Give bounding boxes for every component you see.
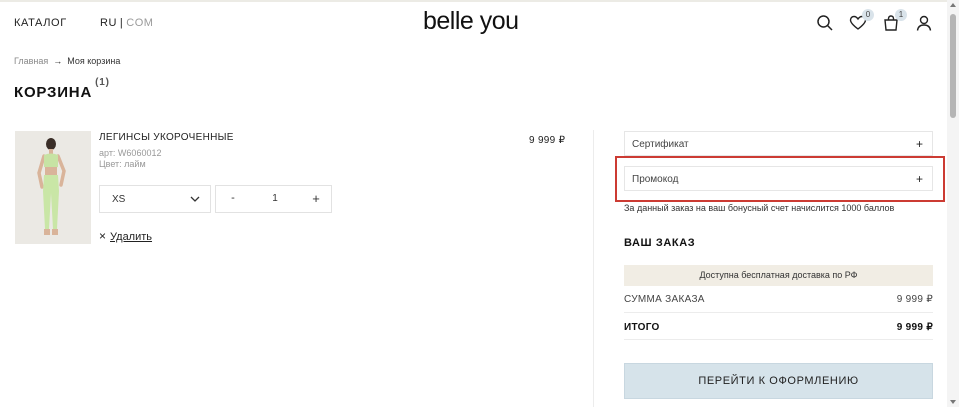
- quantity-increase-button[interactable]: +: [309, 191, 323, 206]
- scroll-up-arrow-icon[interactable]: [950, 3, 956, 7]
- bonus-info: За данный заказ на ваш бонусный счет нач…: [624, 203, 895, 213]
- divider: [624, 312, 933, 313]
- lang-ru[interactable]: RU: [100, 17, 117, 29]
- delete-label: Удалить: [110, 231, 153, 243]
- lang-com[interactable]: COM: [126, 17, 153, 29]
- scrollbar-thumb[interactable]: [950, 14, 956, 118]
- size-select[interactable]: XS: [99, 185, 211, 213]
- quantity-decrease-button[interactable]: -: [226, 192, 240, 204]
- free-delivery-banner: Доступна бесплатная доставка по РФ: [624, 265, 933, 286]
- page-scrollbar[interactable]: [947, 0, 959, 407]
- product-article: арт: W6060012: [99, 148, 162, 158]
- cart-count-badge: 1: [895, 9, 907, 21]
- delete-item-button[interactable]: × Удалить: [99, 229, 152, 243]
- catalog-link[interactable]: КАТАЛОГ: [14, 17, 67, 29]
- order-total-value: 9 999 ₽: [896, 322, 933, 333]
- size-value: XS: [112, 194, 126, 205]
- site-header: КАТАЛОГ RU | COM belle you 0 1: [0, 2, 945, 44]
- promo-code-label: Промокод: [632, 174, 679, 185]
- page-title: КОРЗИНА(1): [14, 77, 110, 101]
- order-title: ВАШ ЗАКАЗ: [624, 237, 696, 249]
- quantity-value[interactable]: 1: [264, 193, 286, 204]
- column-divider: [593, 130, 594, 407]
- product-price: 9 999 ₽: [529, 135, 566, 146]
- product-photo-illustration: [15, 131, 91, 244]
- promo-code-accordion[interactable]: Промокод +: [624, 166, 933, 191]
- checkout-button[interactable]: ПЕРЕЙТИ К ОФОРМЛЕНИЮ: [624, 363, 933, 399]
- quantity-stepper: - 1 +: [215, 185, 332, 213]
- chevron-down-icon: [190, 196, 200, 202]
- breadcrumb: Главная → Моя корзина: [14, 56, 120, 66]
- plus-icon: +: [915, 172, 923, 186]
- product-image[interactable]: [15, 131, 91, 244]
- certificate-label: Сертификат: [632, 139, 689, 150]
- site-logo[interactable]: belle you: [423, 7, 519, 36]
- user-icon[interactable]: [914, 13, 934, 33]
- page-title-text: КОРЗИНА: [14, 84, 93, 101]
- close-icon: ×: [99, 229, 107, 243]
- language-switcher: RU | COM: [100, 17, 153, 29]
- favorites-count-badge: 0: [862, 9, 874, 21]
- product-color: Цвет: лайм: [99, 159, 146, 169]
- breadcrumb-arrow-icon: →: [53, 56, 63, 66]
- order-sum-label: СУММА ЗАКАЗА: [624, 294, 705, 305]
- plus-icon: +: [915, 137, 923, 151]
- cart-item-count: (1): [95, 77, 110, 88]
- product-name[interactable]: ЛЕГИНСЫ УКОРОЧЕННЫЕ: [99, 132, 234, 143]
- order-total-label: ИТОГО: [624, 322, 660, 333]
- breadcrumb-home[interactable]: Главная: [14, 56, 48, 66]
- order-sum-value: 9 999 ₽: [896, 294, 933, 305]
- breadcrumb-current: Моя корзина: [67, 56, 121, 66]
- lang-separator: |: [119, 17, 124, 29]
- divider: [624, 339, 933, 340]
- scroll-down-arrow-icon[interactable]: [950, 400, 956, 404]
- search-icon[interactable]: [815, 13, 835, 33]
- certificate-accordion[interactable]: Сертификат +: [624, 131, 933, 156]
- favorites-button[interactable]: 0: [848, 9, 874, 33]
- cart-button[interactable]: 1: [881, 9, 907, 33]
